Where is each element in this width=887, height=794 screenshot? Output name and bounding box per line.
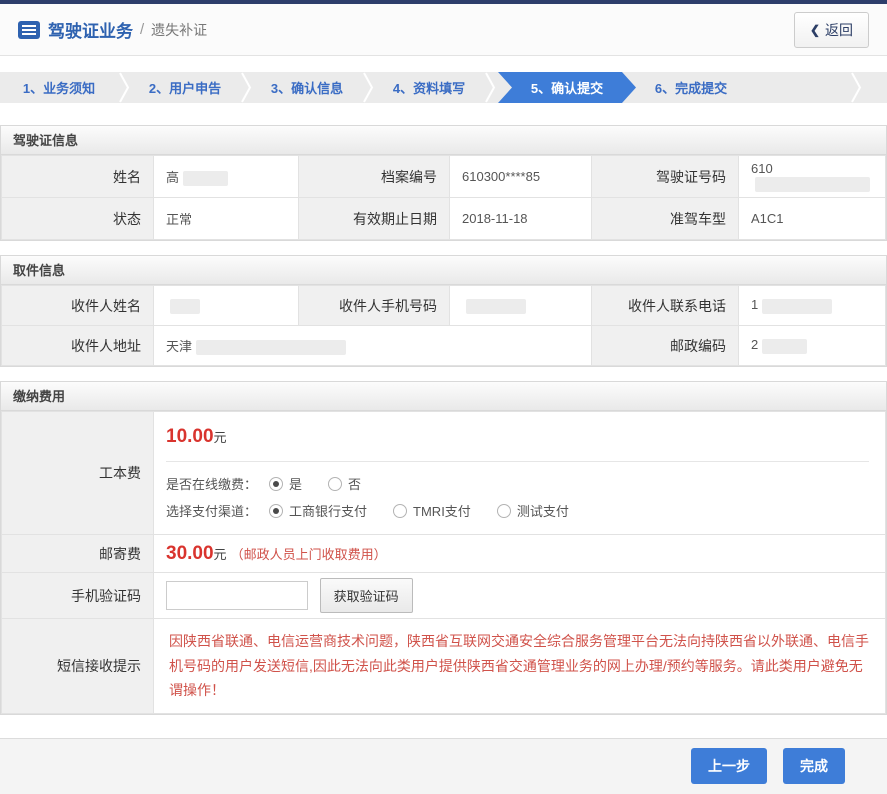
vehicle-type-label: 准驾车型 xyxy=(592,198,739,240)
vehicle-type-value: A1C1 xyxy=(739,198,886,240)
page-title: 驾驶证业务 xyxy=(48,17,133,42)
table-row: 邮寄费 30.00元（邮政人员上门收取费用） xyxy=(2,535,886,573)
recipient-mobile-value xyxy=(450,286,592,326)
mail-fee-cell: 30.00元（邮政人员上门收取费用） xyxy=(154,535,886,573)
file-number-label: 档案编号 xyxy=(299,156,450,198)
step-5-confirm-submit-active[interactable]: 5、确认提交 xyxy=(498,72,636,103)
radio-channel-test[interactable] xyxy=(497,504,511,518)
pay-channel-question: 选择支付渠道： xyxy=(166,501,257,520)
captcha-label: 手机验证码 xyxy=(2,573,154,619)
payment-section-title: 缴纳费用 xyxy=(1,382,886,411)
chevron-left-icon: ❮ xyxy=(810,23,820,37)
step-3-confirm-info[interactable]: 3、确认信息 xyxy=(252,72,362,103)
sms-tip-text: 因陕西省联通、电信运营商技术问题，陕西省互联网交通安全综合服务管理平台无法向持陕… xyxy=(154,619,886,714)
payment-table: 工本费 10.00元 是否在线缴费： 是 否 选择支付渠道： 工商银行支付 TM… xyxy=(1,411,886,714)
step-chevron-icon xyxy=(118,72,130,103)
status-value: 正常 xyxy=(154,198,299,240)
license-number-label: 驾驶证号码 xyxy=(592,156,739,198)
mail-fee-label: 邮寄费 xyxy=(2,535,154,573)
step-chevron-icon xyxy=(484,72,496,103)
radio-online-yes-label[interactable]: 是 xyxy=(289,474,302,493)
redacted-blob xyxy=(762,339,807,354)
recipient-phone-value: 1 xyxy=(739,286,886,326)
name-label: 姓名 xyxy=(2,156,154,198)
step-4-fill-data[interactable]: 4、资料填写 xyxy=(374,72,484,103)
step-6-complete[interactable]: 6、完成提交 xyxy=(636,72,746,103)
postal-code-label: 邮政编码 xyxy=(592,326,739,366)
recipient-address-value: 天津 xyxy=(154,326,592,366)
recipient-address-label: 收件人地址 xyxy=(2,326,154,366)
pickup-section-title: 取件信息 xyxy=(1,256,886,285)
captcha-cell: 获取验证码 xyxy=(154,573,886,619)
table-row: 手机验证码 获取验证码 xyxy=(2,573,886,619)
step-chevron-icon xyxy=(850,72,862,103)
license-info-section: 驾驶证信息 姓名 高 档案编号 610300****85 驾驶证号码 610 状… xyxy=(0,125,887,241)
recipient-name-label: 收件人姓名 xyxy=(2,286,154,326)
table-row: 状态 正常 有效期止日期 2018-11-18 准驾车型 A1C1 xyxy=(2,198,886,240)
footer-bar: 上一步 完成 xyxy=(0,738,887,794)
license-info-table: 姓名 高 档案编号 610300****85 驾驶证号码 610 状态 正常 有… xyxy=(1,155,886,240)
divider xyxy=(166,461,869,462)
pickup-info-section: 取件信息 收件人姓名 收件人手机号码 收件人联系电话 1 收件人地址 天津 邮政… xyxy=(0,255,887,367)
work-fee-label: 工本费 xyxy=(2,412,154,535)
step-wizard: 1、业务须知 2、用户申告 3、确认信息 4、资料填写 5、确认提交 6、完成提… xyxy=(0,72,887,103)
expiry-value: 2018-11-18 xyxy=(450,198,592,240)
finish-button[interactable]: 完成 xyxy=(783,748,845,784)
table-row: 姓名 高 档案编号 610300****85 驾驶证号码 610 xyxy=(2,156,886,198)
postal-code-value: 2 xyxy=(739,326,886,366)
previous-step-button[interactable]: 上一步 xyxy=(691,748,767,784)
radio-channel-tmri-label[interactable]: TMRI支付 xyxy=(413,501,471,520)
table-row: 工本费 10.00元 是否在线缴费： 是 否 选择支付渠道： 工商银行支付 TM… xyxy=(2,412,886,535)
captcha-input[interactable] xyxy=(166,581,308,610)
table-row: 收件人地址 天津 邮政编码 2 xyxy=(2,326,886,366)
radio-online-no[interactable] xyxy=(328,477,342,491)
breadcrumb-divider: / xyxy=(140,21,144,38)
back-button-label: 返回 xyxy=(825,20,853,40)
status-label: 状态 xyxy=(2,198,154,240)
table-row: 短信接收提示 因陕西省联通、电信运营商技术问题，陕西省互联网交通安全综合服务管理… xyxy=(2,619,886,714)
license-number-value: 610 xyxy=(739,156,886,198)
get-captcha-button[interactable]: 获取验证码 xyxy=(320,578,413,613)
step-chevron-icon xyxy=(240,72,252,103)
pay-channel-row: 选择支付渠道： 工商银行支付 TMRI支付 测试支付 xyxy=(166,501,869,520)
expiry-label: 有效期止日期 xyxy=(299,198,450,240)
license-section-title: 驾驶证信息 xyxy=(1,126,886,155)
redacted-blob xyxy=(466,299,526,314)
file-number-value: 610300****85 xyxy=(450,156,592,198)
table-row: 收件人姓名 收件人手机号码 收件人联系电话 1 xyxy=(2,286,886,326)
sms-tip-label: 短信接收提示 xyxy=(2,619,154,714)
radio-channel-test-label[interactable]: 测试支付 xyxy=(517,501,569,520)
recipient-mobile-label: 收件人手机号码 xyxy=(299,286,450,326)
step-chevron-icon xyxy=(362,72,374,103)
page-header: 驾驶证业务 / 遗失补证 ❮ 返回 xyxy=(0,4,887,56)
radio-channel-tmri[interactable] xyxy=(393,504,407,518)
redacted-blob xyxy=(755,177,870,192)
recipient-phone-label: 收件人联系电话 xyxy=(592,286,739,326)
breadcrumb-current: 遗失补证 xyxy=(151,20,207,40)
back-button[interactable]: ❮ 返回 xyxy=(794,12,869,48)
redacted-blob xyxy=(170,299,200,314)
radio-channel-icbc-label[interactable]: 工商银行支付 xyxy=(289,501,367,520)
name-value: 高 xyxy=(154,156,299,198)
redacted-blob xyxy=(183,171,228,186)
radio-channel-icbc[interactable] xyxy=(269,504,283,518)
payment-section: 缴纳费用 工本费 10.00元 是否在线缴费： 是 否 选择支付渠道： 工商银行… xyxy=(0,381,887,715)
step-2-declaration[interactable]: 2、用户申告 xyxy=(130,72,240,103)
online-pay-question: 是否在线缴费： xyxy=(166,474,257,493)
mail-fee-note: （邮政人员上门收取费用） xyxy=(231,547,387,562)
online-pay-question-row: 是否在线缴费： 是 否 xyxy=(166,474,869,493)
list-icon xyxy=(18,21,40,39)
step-1-notice[interactable]: 1、业务须知 xyxy=(0,72,118,103)
work-fee-amount: 10.00元 xyxy=(166,426,869,448)
work-fee-cell: 10.00元 是否在线缴费： 是 否 选择支付渠道： 工商银行支付 TMRI支付… xyxy=(154,412,886,535)
radio-online-yes[interactable] xyxy=(269,477,283,491)
redacted-blob xyxy=(196,340,346,355)
redacted-blob xyxy=(762,299,832,314)
radio-online-no-label[interactable]: 否 xyxy=(348,474,361,493)
recipient-name-value xyxy=(154,286,299,326)
pickup-info-table: 收件人姓名 收件人手机号码 收件人联系电话 1 收件人地址 天津 邮政编码 2 xyxy=(1,285,886,366)
